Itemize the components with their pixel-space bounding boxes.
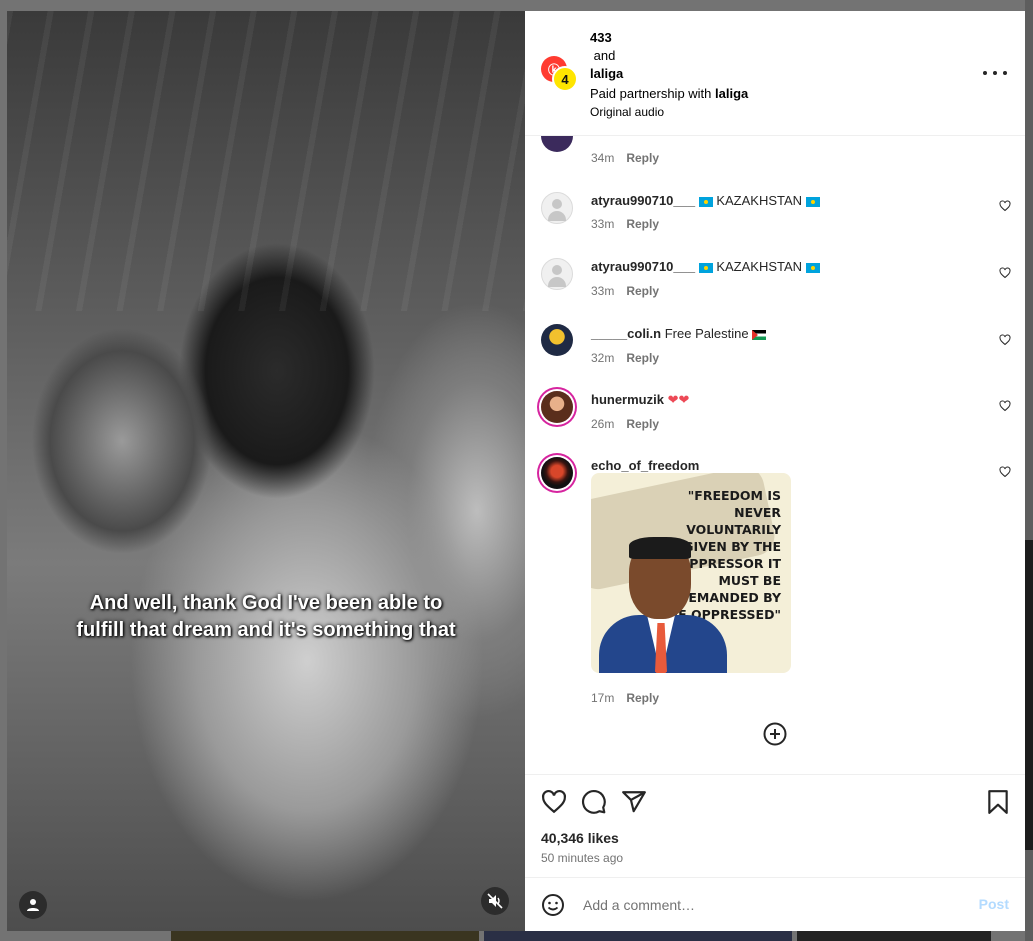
like-comment-icon[interactable] bbox=[999, 267, 1011, 279]
reply-button[interactable]: Reply bbox=[626, 351, 659, 365]
comment-time: 33m bbox=[591, 217, 615, 231]
comment-username[interactable]: atyrau990710___ bbox=[591, 193, 695, 208]
tagged-users-button[interactable] bbox=[19, 891, 47, 919]
post-details-panel: ⓚ 4 433 and laliga Paid partnership with… bbox=[525, 11, 1025, 931]
like-comment-icon[interactable] bbox=[999, 466, 1011, 478]
more-icon bbox=[983, 71, 987, 75]
comment-text: hunermuzik ❤❤ bbox=[591, 391, 689, 409]
post-authors: 433 and laliga Paid partnership with lal… bbox=[590, 29, 748, 121]
comment-meta: 33m Reply bbox=[591, 217, 659, 231]
kazakhstan-flag-icon bbox=[698, 196, 713, 207]
avatar[interactable] bbox=[541, 258, 573, 290]
emoji-icon[interactable] bbox=[541, 893, 565, 917]
post-video[interactable]: And well, thank God I've been able to fu… bbox=[7, 11, 525, 931]
author-link[interactable]: laliga bbox=[590, 65, 748, 83]
feed-thumbnail bbox=[171, 930, 479, 941]
more-options-button[interactable] bbox=[983, 65, 1007, 81]
save-icon[interactable] bbox=[985, 789, 1011, 815]
comment-text: atyrau990710___ KAZAKHSTAN bbox=[591, 258, 820, 276]
comments-list[interactable]: 34m Reply atyrau990710___ KAZAKHSTAN 33m R… bbox=[525, 136, 1025, 774]
post-header: ⓚ 4 433 and laliga Paid partnership with… bbox=[525, 11, 1025, 136]
reply-button[interactable]: Reply bbox=[626, 691, 659, 705]
reply-button[interactable]: Reply bbox=[626, 151, 659, 165]
comment-username[interactable]: _____coli.n bbox=[591, 326, 661, 341]
comment-time: 32m bbox=[591, 351, 615, 365]
comment-meta: 33m Reply bbox=[591, 284, 659, 298]
partner-link[interactable]: laliga bbox=[715, 86, 748, 101]
author-link[interactable]: 433 bbox=[590, 29, 748, 47]
palestine-flag-icon bbox=[752, 329, 767, 340]
partnership-label: Paid partnership with bbox=[590, 86, 712, 101]
comment-text: _____coli.n Free Palestine bbox=[591, 325, 767, 343]
audio-link[interactable]: Original audio bbox=[590, 103, 748, 121]
comment-body: ❤❤ bbox=[667, 392, 690, 407]
user-icon bbox=[27, 899, 39, 911]
comment-body: KAZAKHSTAN bbox=[716, 193, 803, 208]
avatar[interactable] bbox=[541, 391, 573, 423]
kazakhstan-flag-icon bbox=[805, 262, 820, 273]
like-comment-icon[interactable] bbox=[999, 200, 1011, 212]
avatar[interactable] bbox=[541, 324, 573, 356]
avatar[interactable]: 4 bbox=[552, 66, 578, 92]
comment-username[interactable]: hunermuzik bbox=[591, 392, 664, 407]
likes-count[interactable]: 40,346 likes bbox=[541, 830, 619, 846]
comment-text: atyrau990710___ KAZAKHSTAN bbox=[591, 192, 820, 210]
comment-time: 34m bbox=[591, 151, 615, 165]
post-timestamp[interactable]: 50 minutes ago bbox=[541, 851, 623, 865]
portrait-hair bbox=[629, 537, 691, 559]
kazakhstan-flag-icon bbox=[698, 262, 713, 273]
like-icon[interactable] bbox=[541, 789, 567, 815]
comment-meta: 17m Reply bbox=[591, 691, 659, 705]
post-button[interactable]: Post bbox=[979, 896, 1009, 912]
mute-button[interactable] bbox=[481, 887, 509, 915]
reply-button[interactable]: Reply bbox=[626, 284, 659, 298]
like-comment-icon[interactable] bbox=[999, 400, 1011, 412]
comment-time: 17m bbox=[591, 691, 615, 705]
avatar[interactable] bbox=[541, 192, 573, 224]
video-subtitle: fulfill that dream and it's something th… bbox=[76, 619, 456, 641]
author-joiner: and bbox=[593, 48, 616, 63]
comment-body: KAZAKHSTAN bbox=[716, 259, 803, 274]
comment-username[interactable]: atyrau990710___ bbox=[591, 259, 695, 274]
avatar[interactable] bbox=[541, 457, 573, 489]
post-modal: And well, thank God I've been able to fu… bbox=[7, 11, 1025, 931]
comment-icon[interactable] bbox=[581, 789, 607, 815]
more-icon bbox=[1003, 71, 1007, 75]
comment-composer: Post bbox=[525, 877, 1025, 932]
feed-thumbnail bbox=[1025, 540, 1033, 850]
comment-meta: 34m Reply bbox=[591, 151, 659, 165]
load-more-comments-icon[interactable] bbox=[763, 722, 787, 746]
author-avatars[interactable]: ⓚ 4 bbox=[541, 56, 578, 92]
like-comment-icon[interactable] bbox=[999, 334, 1011, 346]
video-subtitle: And well, thank God I've been able to bbox=[89, 592, 443, 614]
avatar[interactable] bbox=[541, 136, 573, 152]
comment-body: Free Palestine bbox=[664, 326, 749, 341]
kazakhstan-flag-icon bbox=[805, 196, 820, 207]
reply-button[interactable]: Reply bbox=[626, 217, 659, 231]
comment-meta: 32m Reply bbox=[591, 351, 659, 365]
comment-time: 33m bbox=[591, 284, 615, 298]
comment-input[interactable] bbox=[581, 892, 965, 918]
video-frame bbox=[7, 11, 525, 311]
muted-speaker-icon bbox=[487, 893, 503, 909]
comment-meta: 26m Reply bbox=[591, 417, 659, 431]
reply-button[interactable]: Reply bbox=[626, 417, 659, 431]
share-icon[interactable] bbox=[621, 789, 647, 815]
comment-image[interactable]: "FREEDOM IS NEVER VOLUNTARILY GIVEN BY T… bbox=[591, 473, 791, 673]
more-icon bbox=[993, 71, 997, 75]
comment-time: 26m bbox=[591, 417, 615, 431]
comment-username[interactable]: echo_of_freedom bbox=[591, 458, 699, 473]
